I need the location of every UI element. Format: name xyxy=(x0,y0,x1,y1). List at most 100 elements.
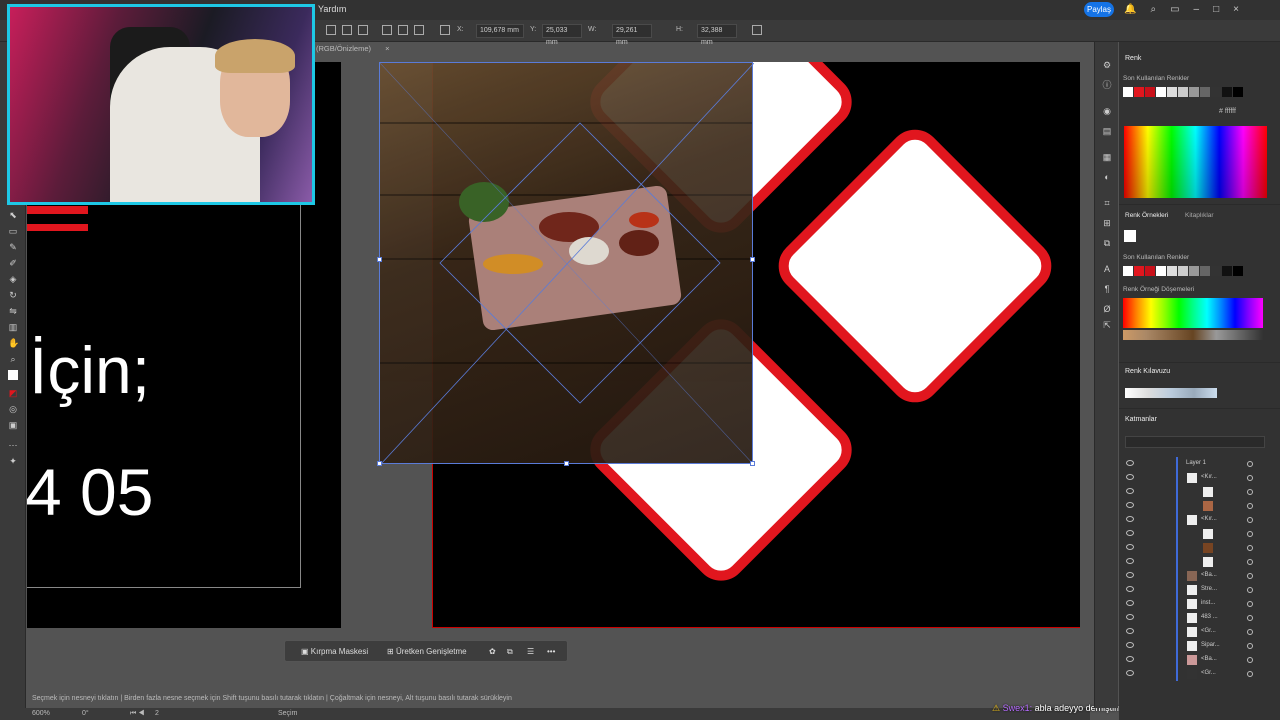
selection-bounding-box[interactable] xyxy=(377,62,755,466)
color-guide-title[interactable]: Renk Kılavuzu xyxy=(1125,368,1170,375)
red-bar[interactable] xyxy=(27,206,88,214)
resize-handle[interactable] xyxy=(377,461,382,466)
color-spectrum[interactable] xyxy=(1124,126,1267,198)
search-icon[interactable]: ⌕ xyxy=(1150,4,1156,15)
transform-panel-icon[interactable]: ⌗ xyxy=(1102,198,1112,208)
layer-row[interactable]: Layer 1 xyxy=(1119,457,1280,471)
draw-mode-icon[interactable]: ◎ xyxy=(8,404,18,414)
headline-text[interactable]: İçin; xyxy=(29,332,150,408)
edit-toolbar-icon[interactable]: ✦ xyxy=(8,456,18,466)
swatch[interactable] xyxy=(1123,87,1133,97)
more-options-icon[interactable]: ••• xyxy=(547,645,555,659)
crop-icon[interactable]: ⧉ xyxy=(507,645,513,659)
close-tab-icon[interactable]: × xyxy=(385,44,389,53)
zoom-level[interactable]: 600% xyxy=(32,710,50,717)
stroke-swatch-icon[interactable]: ◩ xyxy=(8,388,18,398)
swatch-grid[interactable] xyxy=(1123,298,1263,328)
layer-row[interactable]: <Kır... xyxy=(1119,513,1280,527)
swatch[interactable] xyxy=(1145,87,1155,97)
layer-row[interactable] xyxy=(1119,485,1280,499)
transparency-icon[interactable]: ◐ xyxy=(1102,172,1112,182)
align-bottom-icon[interactable] xyxy=(414,25,424,35)
layers-panel-title[interactable]: Katmanlar xyxy=(1125,416,1157,423)
minimize-icon[interactable]: – xyxy=(1194,4,1200,15)
export-icon[interactable]: ⇱ xyxy=(1102,320,1112,330)
transform-icon[interactable] xyxy=(752,25,762,35)
gradient-icon[interactable]: ▦ xyxy=(1102,152,1112,162)
artboard-nav-icon[interactable]: ⏮ ◀ xyxy=(130,710,145,718)
layer-row[interactable] xyxy=(1119,541,1280,555)
fill-swatch-icon[interactable] xyxy=(8,370,18,380)
layer-row[interactable]: <Gr... xyxy=(1119,625,1280,639)
rotate-tool-icon[interactable]: ↻ xyxy=(8,290,18,300)
h-field[interactable]: 32,388 mm xyxy=(697,24,737,46)
tab-libraries[interactable]: Kitaplıklar xyxy=(1185,212,1214,219)
bell-icon[interactable]: 🔔 xyxy=(1124,4,1136,15)
layer-row[interactable]: 483 ... xyxy=(1119,611,1280,625)
w-field[interactable]: 29,261 mm xyxy=(612,24,652,46)
pen-tool-icon[interactable]: ✎ xyxy=(8,242,18,252)
swatch[interactable] xyxy=(1156,87,1166,97)
layer-row[interactable]: <Ba... xyxy=(1119,653,1280,667)
hex-field[interactable]: # ffffff xyxy=(1219,108,1236,115)
document-tab[interactable]: (RGB/Önizleme) × xyxy=(316,44,390,58)
color-guide-harmony[interactable] xyxy=(1125,388,1217,398)
width-tool-icon[interactable]: ⇋ xyxy=(8,306,18,316)
pathfinder-icon[interactable]: ⧉ xyxy=(1102,238,1112,248)
align-middle-icon[interactable] xyxy=(398,25,408,35)
phone-text[interactable]: 4 05 xyxy=(27,454,153,530)
align-left-icon[interactable] xyxy=(326,25,336,35)
resize-handle[interactable] xyxy=(750,257,755,262)
resize-handle[interactable] xyxy=(377,257,382,262)
properties-icon[interactable]: ⚙ xyxy=(1102,60,1112,70)
character-icon[interactable]: A xyxy=(1102,264,1112,274)
layer-row[interactable]: <Kır... xyxy=(1119,471,1280,485)
hand-tool-icon[interactable]: ✋ xyxy=(8,338,19,348)
layer-row[interactable]: <Gr... xyxy=(1119,667,1280,681)
swatch[interactable] xyxy=(1233,87,1243,97)
graph-tool-icon[interactable]: ▥ xyxy=(8,322,18,332)
red-bar[interactable] xyxy=(27,224,88,231)
layer-row[interactable]: Stre... xyxy=(1119,583,1280,597)
screen-mode-icon[interactable]: ▣ xyxy=(8,420,18,430)
resize-handle[interactable] xyxy=(750,461,755,466)
zoom-tool-icon[interactable]: ⌕ xyxy=(8,354,18,364)
align-center-icon[interactable] xyxy=(342,25,352,35)
layer-row[interactable] xyxy=(1119,499,1280,513)
y-field[interactable]: 25,033 mm xyxy=(542,24,582,46)
swatch[interactable] xyxy=(1167,87,1177,97)
share-button[interactable]: Paylaş xyxy=(1084,2,1114,17)
layer-row[interactable]: inst... xyxy=(1119,597,1280,611)
direct-selection-tool-icon[interactable]: ▭ xyxy=(8,226,18,236)
layers-search-input[interactable] xyxy=(1125,436,1265,448)
layer-row[interactable]: <Ba... xyxy=(1119,569,1280,583)
paragraph-icon[interactable]: ¶ xyxy=(1102,284,1112,294)
swatch-grid-neutrals[interactable] xyxy=(1123,330,1263,340)
resize-handle[interactable] xyxy=(564,461,569,466)
layer-row[interactable] xyxy=(1119,555,1280,569)
reference-point-icon[interactable] xyxy=(440,25,450,35)
more-tools-icon[interactable]: ⋯ xyxy=(8,440,18,450)
menu-help[interactable]: Yardım xyxy=(318,4,346,14)
swatch[interactable] xyxy=(1189,87,1199,97)
info-icon[interactable]: ⓘ xyxy=(1102,80,1112,90)
fill-stroke-icon[interactable] xyxy=(1124,230,1136,242)
color-panel-title[interactable]: Renk xyxy=(1125,55,1141,62)
swatch[interactable] xyxy=(1134,87,1144,97)
rotation-value[interactable]: 0° xyxy=(82,710,89,717)
shape-builder-icon[interactable]: ◈ xyxy=(8,274,18,284)
maximize-icon[interactable]: □ xyxy=(1213,4,1219,15)
x-field[interactable]: 109,678 mm xyxy=(476,24,524,38)
layer-row[interactable] xyxy=(1119,527,1280,541)
generative-expand-button[interactable]: ⊞ Üretken Genişletme xyxy=(387,645,467,659)
clipping-mask-button[interactable]: ▣ Kırpma Maskesi xyxy=(301,645,368,659)
selection-tool-icon[interactable]: ⬉ xyxy=(8,210,18,220)
align-panel-icon[interactable]: ⊞ xyxy=(1102,218,1112,228)
align-icon[interactable]: ☰ xyxy=(527,645,534,659)
swatch[interactable] xyxy=(1178,87,1188,97)
close-icon[interactable]: × xyxy=(1233,4,1239,15)
artboard-number[interactable]: 2 xyxy=(155,710,159,717)
diamond-frame-right[interactable] xyxy=(767,118,1063,414)
libraries-icon[interactable]: ▤ xyxy=(1102,126,1112,136)
swatch[interactable] xyxy=(1211,87,1221,97)
